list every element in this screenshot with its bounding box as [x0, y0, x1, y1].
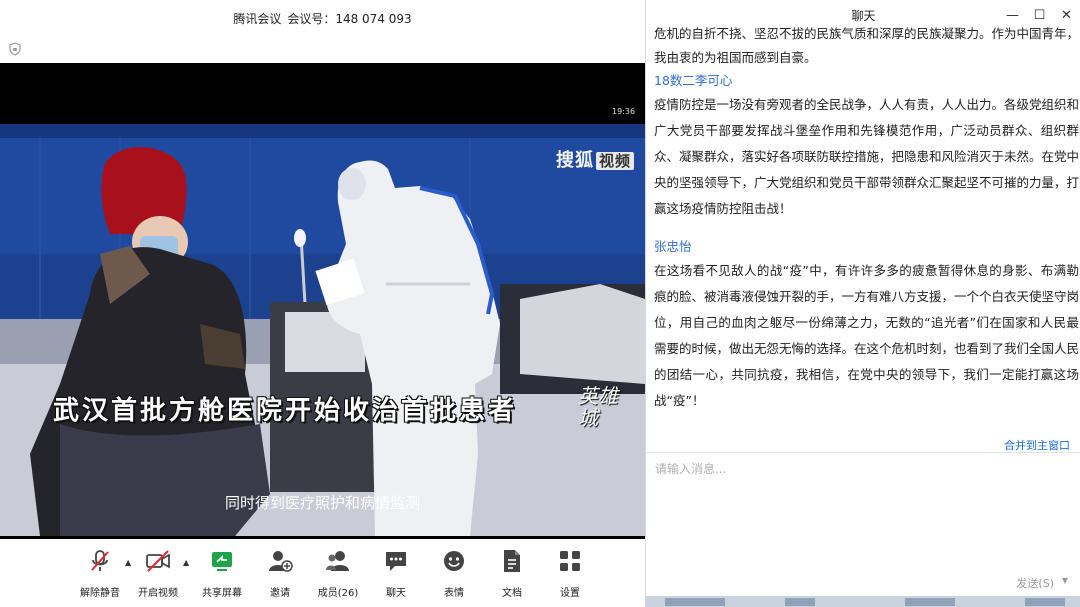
chat-label: 聊天 — [386, 588, 406, 599]
members-icon — [325, 548, 351, 574]
message-input[interactable]: 请输入消息... — [646, 452, 1080, 572]
muted-mic-icon — [87, 548, 113, 574]
grid-settings-icon — [557, 548, 583, 574]
share-screen-button[interactable]: 共享屏幕 — [192, 548, 252, 599]
send-button[interactable]: 发送(S) — [1016, 575, 1054, 591]
chat-message-text: 危机的自折不挠、坚忍不拔的民族气质和深厚的民族凝聚力。作为中国青年，我由衷的为祖… — [654, 26, 1079, 65]
camera-off-icon — [145, 548, 171, 574]
watermark-brand: 搜狐 — [556, 150, 594, 171]
video-frame — [0, 124, 645, 536]
minimize-icon[interactable]: — — [999, 8, 1026, 23]
app-name: 腾讯会议 — [233, 11, 282, 26]
smiley-icon — [441, 548, 467, 574]
unmute-label: 解除静音 — [80, 588, 120, 599]
documents-button[interactable]: 文档 — [482, 548, 542, 599]
message-input-placeholder: 请输入消息... — [655, 462, 727, 476]
share-screen-label: 共享屏幕 — [202, 588, 242, 599]
chat-message-list[interactable]: 危机的自折不挠、坚忍不拔的民族气质和深厚的民族凝聚力。作为中国青年，我由衷的为祖… — [654, 22, 1079, 434]
video-headline-caption: 武汉首批方舱医院开始收治首批患者 — [53, 396, 518, 426]
settings-button[interactable]: 设置 — [540, 548, 600, 599]
chat-message-text: 疫情防控是一场没有旁观者的全民战争，人人有责，人人出力。各级党组织和广大党员干部… — [654, 97, 1079, 216]
members-button[interactable]: 成员(26) — [308, 548, 368, 599]
video-options-caret[interactable]: ▲ — [183, 558, 189, 567]
chat-window: 聊天 — ☐ ✕ 危机的自折不挠、坚忍不拔的民族气质和深厚的民族凝聚力。作为中国… — [645, 0, 1080, 596]
video-subtitle: 同时得到医疗照护和病情监测 — [224, 494, 420, 512]
shield-icon[interactable] — [8, 42, 22, 56]
unmute-button[interactable]: 解除静音 — [70, 548, 130, 599]
sohu-video-watermark: 搜狐 视频 — [556, 146, 635, 172]
invite-label: 邀请 — [270, 588, 290, 599]
calligraphy-logo: 英雄城 — [578, 384, 618, 430]
chat-button[interactable]: 聊天 — [366, 548, 426, 599]
message-sender[interactable]: 张忠怡 — [654, 236, 1079, 258]
message-sender[interactable]: 18数二李可心 — [654, 70, 1079, 92]
invite-button[interactable]: 邀请 — [250, 548, 310, 599]
video-scene — [0, 124, 645, 536]
meeting-toolbar: 解除静音 ▲ 开启视频 ▲ 共享屏幕 邀请 成员(26) 聊天 表情 文档 设置 — [0, 540, 645, 607]
documents-label: 文档 — [502, 588, 522, 599]
members-label: 成员(26) — [317, 588, 359, 599]
meeting-title-bar: 腾讯会议 会议号：148 074 093 — [0, 0, 645, 36]
watermark-brand-box: 视频 — [596, 152, 635, 170]
add-user-icon — [267, 548, 293, 574]
emoji-label: 表情 — [444, 588, 464, 599]
start-video-label: 开启视频 — [138, 588, 178, 599]
background-desktop — [645, 596, 1080, 607]
close-icon[interactable]: ✕ — [1053, 8, 1080, 23]
document-icon — [499, 548, 525, 574]
start-video-button[interactable]: 开启视频 — [128, 548, 188, 599]
video-timestamp: 19:36 — [612, 107, 636, 116]
settings-label: 设置 — [560, 588, 580, 599]
merge-to-main-window-link[interactable]: 合并到主窗口 — [1004, 437, 1070, 453]
share-screen-icon — [209, 548, 235, 574]
send-options-chevron-icon[interactable]: ▼ — [1062, 576, 1068, 585]
chat-bubble-icon — [383, 548, 409, 574]
chat-message-text: 在这场看不见敌人的战“疫”中，有许许多多的疲惫暂得休息的身影、布满勒痕的脸、被消… — [654, 263, 1079, 408]
meeting-id[interactable]: 会议号：148 074 093 — [287, 10, 411, 27]
meeting-window: 腾讯会议 会议号：148 074 093 19:36 搜狐 视频 武汉首批方舱医… — [0, 0, 645, 607]
maximize-icon[interactable]: ☐ — [1026, 8, 1053, 23]
emoji-button[interactable]: 表情 — [424, 548, 484, 599]
